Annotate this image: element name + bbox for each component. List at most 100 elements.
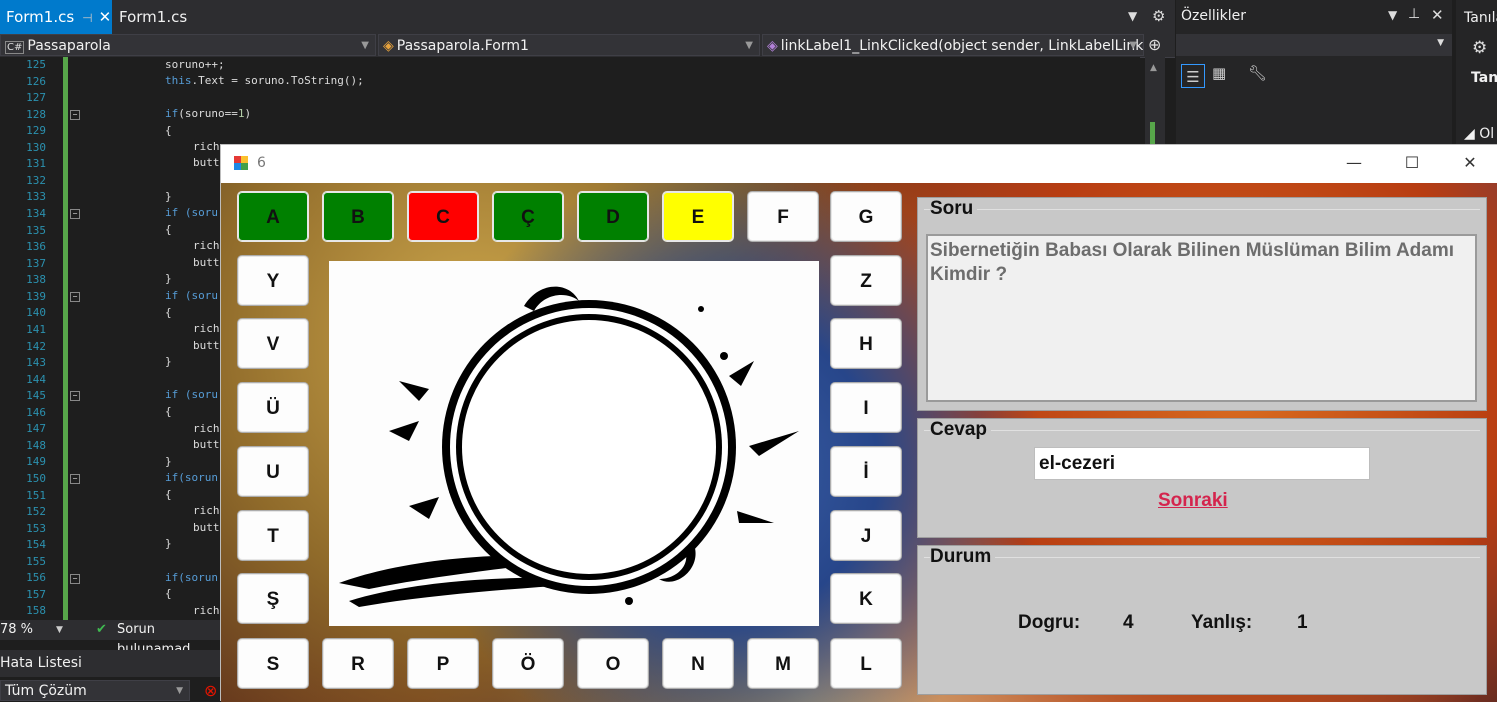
member-dropdown[interactable]: ◈ linkLabel1_LinkClicked(object sender, L… (762, 34, 1144, 56)
durum-group: Durum Dogru: 4 Yanlış: 1 (917, 545, 1487, 695)
line-number: 144 (26, 372, 46, 386)
close-button[interactable]: ✕ (1441, 145, 1497, 183)
code-line: if(sorun (165, 570, 218, 586)
letter-button[interactable]: G (830, 191, 902, 242)
pin-icon[interactable]: ⊥ (1408, 6, 1420, 22)
letter-button[interactable]: Ç (492, 191, 564, 242)
code-line: this.Text = soruno.ToString(); (165, 73, 364, 89)
soru-group: Soru Sibernetiğin Babası Olarak Bilinen … (917, 197, 1487, 411)
letter-button[interactable]: A (237, 191, 309, 242)
letter-button[interactable]: Ü (237, 382, 309, 433)
dropdown-icon[interactable]: ▼ (1388, 8, 1397, 22)
diagnostics-tab[interactable]: Tanı (1471, 70, 1497, 86)
tab-form1-cs[interactable]: Form1.cs ⊣ ✕ (0, 0, 112, 34)
change-indicator-bar (63, 57, 68, 620)
letter-button[interactable]: B (322, 191, 394, 242)
class-dropdown[interactable]: ◈ Passaparola.Form1 ▼ (378, 34, 760, 56)
chevron-down-icon[interactable]: ▼ (56, 620, 63, 640)
letter-button[interactable]: C (407, 191, 479, 242)
letter-button[interactable]: S (237, 638, 309, 689)
line-number: 145 (26, 389, 46, 403)
letter-button[interactable]: L (830, 638, 902, 689)
fold-toggle[interactable]: − (70, 574, 80, 584)
wrong-count: 1 (1297, 612, 1308, 633)
object-selector[interactable]: ▼ (1176, 34, 1452, 56)
navigation-bar: C# Passaparola ▼ ◈ Passaparola.Form1 ▼ ◈ link… (0, 34, 1175, 58)
letter-button[interactable]: E (662, 191, 734, 242)
code-line: soruno++; (165, 58, 225, 71)
code-line: butt (193, 339, 220, 352)
letter-button[interactable]: K (830, 573, 902, 624)
letter-button[interactable]: Ş (237, 573, 309, 624)
wrench-icon[interactable]: 🔧︎ (1248, 64, 1267, 82)
csharp-icon: C# (5, 41, 25, 54)
maximize-button[interactable]: ☐ (1383, 145, 1441, 183)
tab-form1-designer[interactable]: Form1.cs [Tasarım] (113, 0, 263, 60)
chevron-down-icon: ▼ (361, 40, 369, 51)
line-number: 142 (26, 339, 46, 353)
group-title: Durum (930, 546, 996, 568)
window-titlebar[interactable]: 6 — ☐ ✕ (221, 145, 1497, 183)
code-line: { (165, 223, 172, 236)
project-dropdown[interactable]: C# Passaparola ▼ (0, 34, 376, 56)
letter-button[interactable]: V (237, 318, 309, 369)
letter-button[interactable]: Ö (492, 638, 564, 689)
fold-toggle[interactable]: − (70, 474, 80, 484)
line-number: 151 (26, 488, 46, 502)
gear-icon[interactable]: ⚙ (1152, 7, 1165, 25)
line-number: 155 (26, 554, 46, 568)
letter-button[interactable]: M (747, 638, 819, 689)
letter-button[interactable]: N (662, 638, 734, 689)
keyword: if (soru (165, 289, 218, 302)
fold-toggle[interactable]: − (70, 292, 80, 302)
code-line: butt (193, 256, 220, 269)
letter-button[interactable]: O (577, 638, 649, 689)
close-icon[interactable]: ✕ (99, 8, 112, 26)
diagnostics-panel: Tanıla ⚙ Tanı ◢ Ol (1456, 0, 1497, 160)
code-line: if (soru (165, 387, 218, 403)
line-number: 132 (26, 173, 46, 187)
categorized-icon[interactable]: ☰ (1181, 64, 1205, 88)
error-scope-dropdown[interactable]: Tüm Çözüm ▼ (0, 680, 190, 701)
close-icon[interactable]: ✕ (1431, 6, 1444, 24)
group-title: Cevap (930, 419, 992, 441)
code-line: rich (193, 604, 220, 617)
letter-button[interactable]: J (830, 510, 902, 561)
code-line: } (165, 537, 172, 550)
letter-button[interactable]: H (830, 318, 902, 369)
letter-button[interactable]: Z (830, 255, 902, 306)
letter-button[interactable]: Y (237, 255, 309, 306)
zoom-level[interactable]: 78 % (0, 620, 33, 640)
minimize-button[interactable]: — (1325, 145, 1383, 183)
code-line: butt (193, 438, 220, 451)
letter-button[interactable]: U (237, 446, 309, 497)
settings-icon[interactable]: ⚙ (1472, 38, 1487, 58)
scroll-up-icon[interactable]: ▲ (1150, 63, 1157, 73)
cevap-group: Cevap el-cezeri Sonraki (917, 418, 1487, 538)
events-icon[interactable]: ▦ (1212, 64, 1226, 82)
diagnostics-item[interactable]: ◢ Ol (1464, 126, 1494, 142)
code-text: .Text = soruno.ToString(); (191, 74, 364, 87)
next-link[interactable]: Sonraki (1158, 490, 1228, 512)
fold-toggle[interactable]: − (70, 391, 80, 401)
check-circle-icon: ✔ (96, 622, 107, 637)
error-scope-value: Tüm Çözüm (5, 683, 87, 699)
letter-button[interactable]: I (830, 382, 902, 433)
diagnostics-title: Tanıla (1464, 10, 1497, 26)
question-textbox[interactable]: Sibernetiğin Babası Olarak Bilinen Müslü… (926, 234, 1477, 402)
letter-button[interactable]: P (407, 638, 479, 689)
dropdown-icon[interactable]: ▼ (1128, 9, 1137, 23)
letter-button[interactable]: İ (830, 446, 902, 497)
letter-button[interactable]: R (322, 638, 394, 689)
correct-label: Dogru: (1018, 612, 1081, 633)
fold-toggle[interactable]: − (70, 110, 80, 120)
pin-icon[interactable]: ⊣ (82, 11, 92, 25)
line-number: 136 (26, 240, 46, 254)
error-list-header: Hata Listesi (0, 650, 222, 677)
answer-input[interactable]: el-cezeri (1034, 447, 1370, 480)
split-icon[interactable]: ⊕ (1148, 35, 1161, 54)
letter-button[interactable]: F (747, 191, 819, 242)
fold-toggle[interactable]: − (70, 209, 80, 219)
letter-button[interactable]: D (577, 191, 649, 242)
letter-button[interactable]: T (237, 510, 309, 561)
